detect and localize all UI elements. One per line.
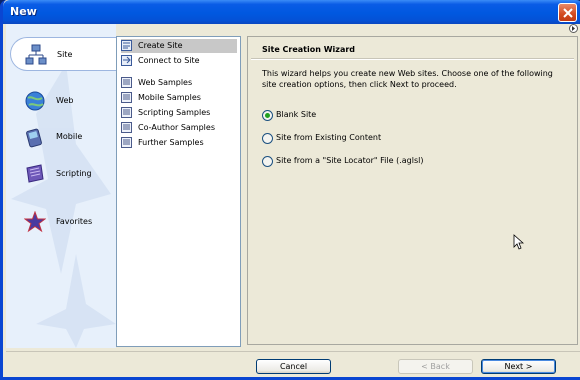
- list-item-further-samples[interactable]: Further Samples: [121, 136, 237, 150]
- wizard-panel: Site Creation Wizard This wizard helps y…: [247, 36, 578, 345]
- list-item-label: Co-Author Samples: [138, 123, 215, 132]
- list-item-mobile-samples[interactable]: Mobile Samples: [121, 91, 237, 105]
- scroll-icon: [26, 164, 44, 183]
- close-button[interactable]: [558, 3, 577, 22]
- radio-label[interactable]: Blank Site: [276, 110, 316, 119]
- chevron-right-icon: [572, 26, 575, 31]
- list-item-label: Web Samples: [138, 78, 193, 87]
- list-item-scripting-samples[interactable]: Scripting Samples: [121, 106, 237, 120]
- sample-document-icon: [121, 107, 132, 118]
- radio-label[interactable]: Site from Existing Content: [276, 133, 381, 142]
- category-web[interactable]: Web: [10, 84, 116, 118]
- category-label: Scripting: [56, 169, 92, 178]
- list-item-connect-to-site[interactable]: Connect to Site: [121, 54, 237, 68]
- divider: [251, 58, 574, 60]
- dialog-client-area: Site Web Mobile Scripting Favorites Crea…: [6, 24, 580, 377]
- radio-button[interactable]: [262, 110, 273, 121]
- mouse-cursor-icon: [513, 234, 524, 250]
- template-list[interactable]: Create Site Connect to Site Web Samples: [116, 36, 241, 347]
- sample-document-icon: [121, 122, 132, 133]
- star-icon: [24, 211, 46, 233]
- cancel-button[interactable]: Cancel: [256, 359, 331, 374]
- globe-icon: [25, 91, 45, 111]
- sample-document-icon: [121, 77, 132, 88]
- category-label: Favorites: [56, 217, 93, 226]
- list-item-label: Scripting Samples: [138, 108, 211, 117]
- radio-button[interactable]: [262, 156, 273, 167]
- wizard-title: Site Creation Wizard: [262, 45, 356, 54]
- list-item-co-author-samples[interactable]: Co-Author Samples: [121, 121, 237, 135]
- new-dialog-window: New Site Web Mobile Scripting Favorites …: [0, 0, 580, 380]
- mobile-icon: [26, 128, 42, 148]
- connect-site-icon: [121, 55, 132, 66]
- category-label: Site: [57, 50, 73, 59]
- title-bar[interactable]: New: [3, 0, 580, 24]
- category-mobile[interactable]: Mobile: [10, 120, 116, 154]
- create-site-icon: [121, 40, 132, 51]
- radio-label[interactable]: Site from a "Site Locator" File (.aglsl): [276, 156, 423, 165]
- list-item-label: Connect to Site: [138, 56, 200, 65]
- category-sidebar: Site Web Mobile Scripting Favorites: [6, 24, 116, 348]
- category-favorites[interactable]: Favorites: [10, 205, 116, 239]
- list-item-label: Further Samples: [138, 138, 204, 147]
- list-item-web-samples[interactable]: Web Samples: [121, 76, 237, 90]
- sitemap-icon: [25, 44, 47, 65]
- list-item-label: Create Site: [138, 41, 183, 50]
- next-button[interactable]: Next >: [481, 359, 556, 374]
- category-site[interactable]: Site: [10, 37, 116, 71]
- close-icon: [563, 8, 573, 18]
- sample-document-icon: [121, 137, 132, 148]
- footer-divider: [6, 351, 580, 352]
- window-title: New: [10, 5, 37, 18]
- help-arrow-icon[interactable]: [569, 24, 578, 33]
- radio-button[interactable]: [262, 133, 273, 144]
- category-label: Web: [56, 96, 74, 105]
- sample-document-icon: [121, 92, 132, 103]
- category-label: Mobile: [56, 132, 83, 141]
- list-item-create-site[interactable]: Create Site: [121, 39, 237, 53]
- radio-selected-dot: [265, 113, 270, 118]
- category-scripting[interactable]: Scripting: [10, 157, 116, 191]
- list-item-label: Mobile Samples: [138, 93, 201, 102]
- back-button[interactable]: < Back: [398, 359, 473, 374]
- wizard-description: This wizard helps you create new Web sit…: [262, 69, 553, 89]
